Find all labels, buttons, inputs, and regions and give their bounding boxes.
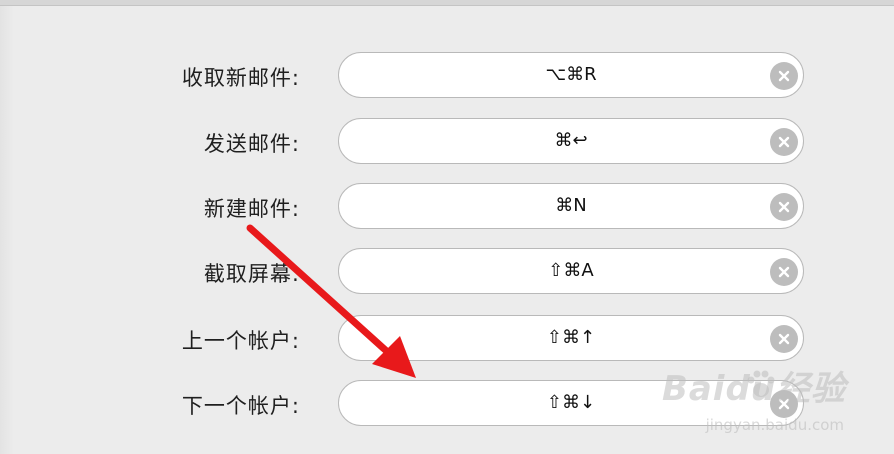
shortcut-label: 上一个帐户: (181, 329, 300, 353)
shortcut-field-receive-mail[interactable]: ⌥⌘R (338, 52, 804, 98)
shortcut-label: 下一个帐户: (181, 394, 300, 418)
shortcut-label: 截取屏幕: (203, 262, 300, 286)
shortcut-keys: ⌘↩ (554, 130, 588, 151)
shortcut-row-screenshot: 截取屏幕: ⇧⌘A (0, 248, 894, 296)
shortcut-field-new-mail[interactable]: ⌘N (338, 183, 804, 229)
clear-icon (778, 136, 790, 148)
watermark-brand: Baidu经验 (661, 369, 846, 409)
shortcut-label: 收取新邮件: (181, 66, 300, 90)
shortcut-keys: ⌘N (555, 195, 587, 216)
clear-shortcut-button[interactable] (770, 62, 798, 90)
shortcut-keys: ⇧⌘A (548, 260, 594, 281)
window-top-border (0, 0, 894, 6)
clear-shortcut-button[interactable] (770, 258, 798, 286)
preferences-window: 收取新邮件: ⌥⌘R 发送邮件: ⌘↩ 新建邮件: ⌘N 截取屏幕: ⇧⌘A 上… (0, 0, 894, 454)
shortcut-label: 发送邮件: (203, 132, 300, 156)
shortcut-row-receive-mail: 收取新邮件: ⌥⌘R (0, 52, 894, 100)
shortcut-row-new-mail: 新建邮件: ⌘N (0, 183, 894, 231)
shortcut-row-previous-account: 上一个帐户: ⇧⌘↑ (0, 315, 894, 363)
shortcut-label: 新建邮件: (203, 197, 300, 221)
shortcut-field-previous-account[interactable]: ⇧⌘↑ (338, 315, 804, 361)
clear-shortcut-button[interactable] (770, 128, 798, 156)
clear-shortcut-button[interactable] (770, 325, 798, 353)
shortcut-field-send-mail[interactable]: ⌘↩ (338, 118, 804, 164)
shortcut-row-send-mail: 发送邮件: ⌘↩ (0, 118, 894, 166)
watermark-url: jingyan.baidu.com (705, 416, 844, 434)
clear-icon (778, 70, 790, 82)
clear-icon (778, 201, 790, 213)
shortcut-keys: ⇧⌘↑ (546, 327, 596, 348)
clear-shortcut-button[interactable] (770, 193, 798, 221)
shortcut-keys: ⌥⌘R (545, 64, 597, 85)
shortcut-field-screenshot[interactable]: ⇧⌘A (338, 248, 804, 294)
clear-icon (778, 333, 790, 345)
clear-icon (778, 266, 790, 278)
